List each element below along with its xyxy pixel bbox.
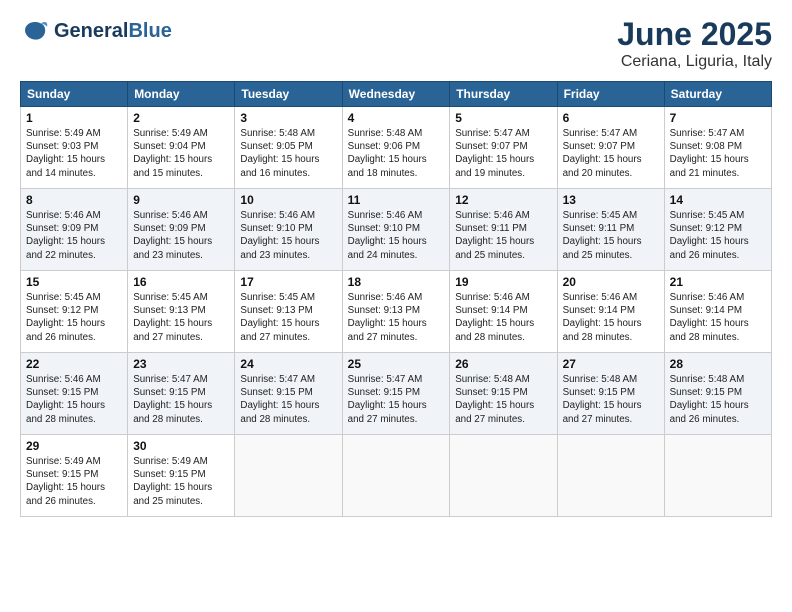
day-11: 11 Sunrise: 5:46 AMSunset: 9:10 PMDaylig… [342, 189, 450, 271]
logo-general-text: General [54, 20, 128, 42]
day-18: 18 Sunrise: 5:46 AMSunset: 9:13 PMDaylig… [342, 271, 450, 353]
day-28: 28 Sunrise: 5:48 AMSunset: 9:15 PMDaylig… [664, 353, 771, 435]
table-row: 22 Sunrise: 5:46 AMSunset: 9:15 PMDaylig… [21, 353, 772, 435]
day-26: 26 Sunrise: 5:48 AMSunset: 9:15 PMDaylig… [450, 353, 557, 435]
day-15: 15 Sunrise: 5:45 AMSunset: 9:12 PMDaylig… [21, 271, 128, 353]
day-29: 29 Sunrise: 5:49 AMSunset: 9:15 PMDaylig… [21, 435, 128, 517]
location-title: Ceriana, Liguria, Italy [617, 53, 772, 71]
day-19: 19 Sunrise: 5:46 AMSunset: 9:14 PMDaylig… [450, 271, 557, 353]
day-5: 5 Sunrise: 5:47 AMSunset: 9:07 PMDayligh… [450, 107, 557, 189]
title-block: June 2025 Ceriana, Liguria, Italy [617, 16, 772, 71]
header: GeneralBlue June 2025 Ceriana, Liguria, … [20, 16, 772, 71]
empty-cell [342, 435, 450, 517]
empty-cell [235, 435, 342, 517]
header-thursday: Thursday [450, 82, 557, 107]
day-13: 13 Sunrise: 5:45 AMSunset: 9:11 PMDaylig… [557, 189, 664, 271]
day-6: 6 Sunrise: 5:47 AMSunset: 9:07 PMDayligh… [557, 107, 664, 189]
table-row: 1 Sunrise: 5:49 AMSunset: 9:03 PMDayligh… [21, 107, 772, 189]
month-title: June 2025 [617, 16, 772, 53]
empty-cell [450, 435, 557, 517]
day-24: 24 Sunrise: 5:47 AMSunset: 9:15 PMDaylig… [235, 353, 342, 435]
day-7: 7 Sunrise: 5:47 AMSunset: 9:08 PMDayligh… [664, 107, 771, 189]
day-8: 8 Sunrise: 5:46 AMSunset: 9:09 PMDayligh… [21, 189, 128, 271]
day-17: 17 Sunrise: 5:45 AMSunset: 9:13 PMDaylig… [235, 271, 342, 353]
day-27: 27 Sunrise: 5:48 AMSunset: 9:15 PMDaylig… [557, 353, 664, 435]
day-12: 12 Sunrise: 5:46 AMSunset: 9:11 PMDaylig… [450, 189, 557, 271]
header-friday: Friday [557, 82, 664, 107]
day-30: 30 Sunrise: 5:49 AMSunset: 9:15 PMDaylig… [128, 435, 235, 517]
logo-icon [20, 16, 50, 46]
day-2: 2 Sunrise: 5:49 AMSunset: 9:04 PMDayligh… [128, 107, 235, 189]
day-14: 14 Sunrise: 5:45 AMSunset: 9:12 PMDaylig… [664, 189, 771, 271]
day-1: 1 Sunrise: 5:49 AMSunset: 9:03 PMDayligh… [21, 107, 128, 189]
day-3: 3 Sunrise: 5:48 AMSunset: 9:05 PMDayligh… [235, 107, 342, 189]
calendar-header-row: Sunday Monday Tuesday Wednesday Thursday… [21, 82, 772, 107]
day-4: 4 Sunrise: 5:48 AMSunset: 9:06 PMDayligh… [342, 107, 450, 189]
page: GeneralBlue June 2025 Ceriana, Liguria, … [0, 0, 792, 612]
table-row: 15 Sunrise: 5:45 AMSunset: 9:12 PMDaylig… [21, 271, 772, 353]
day-16: 16 Sunrise: 5:45 AMSunset: 9:13 PMDaylig… [128, 271, 235, 353]
logo: GeneralBlue [20, 16, 172, 46]
header-wednesday: Wednesday [342, 82, 450, 107]
day-22: 22 Sunrise: 5:46 AMSunset: 9:15 PMDaylig… [21, 353, 128, 435]
table-row: 29 Sunrise: 5:49 AMSunset: 9:15 PMDaylig… [21, 435, 772, 517]
day-23: 23 Sunrise: 5:47 AMSunset: 9:15 PMDaylig… [128, 353, 235, 435]
day-20: 20 Sunrise: 5:46 AMSunset: 9:14 PMDaylig… [557, 271, 664, 353]
header-sunday: Sunday [21, 82, 128, 107]
empty-cell [557, 435, 664, 517]
header-tuesday: Tuesday [235, 82, 342, 107]
day-10: 10 Sunrise: 5:46 AMSunset: 9:10 PMDaylig… [235, 189, 342, 271]
day-21: 21 Sunrise: 5:46 AMSunset: 9:14 PMDaylig… [664, 271, 771, 353]
empty-cell [664, 435, 771, 517]
day-25: 25 Sunrise: 5:47 AMSunset: 9:15 PMDaylig… [342, 353, 450, 435]
logo-blue-text: Blue [128, 20, 171, 42]
header-saturday: Saturday [664, 82, 771, 107]
header-monday: Monday [128, 82, 235, 107]
table-row: 8 Sunrise: 5:46 AMSunset: 9:09 PMDayligh… [21, 189, 772, 271]
calendar-table: Sunday Monday Tuesday Wednesday Thursday… [20, 81, 772, 517]
day-9: 9 Sunrise: 5:46 AMSunset: 9:09 PMDayligh… [128, 189, 235, 271]
